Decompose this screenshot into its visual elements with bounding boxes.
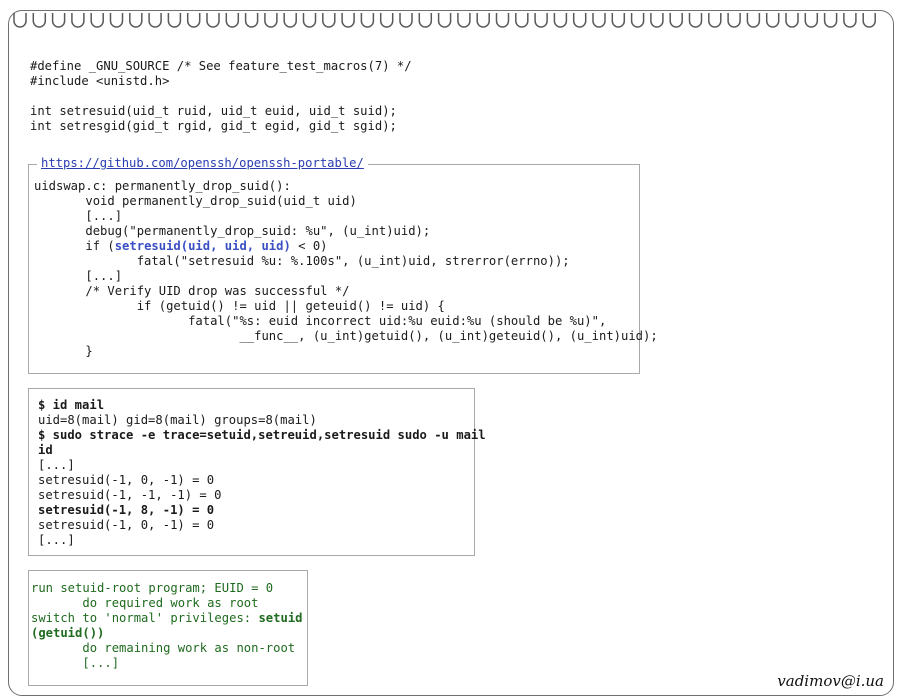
code-line: debug("permanently_drop_suid: %u", (u_in… xyxy=(34,224,431,238)
terminal-line: setresuid(-1, 0, -1) = 0 xyxy=(38,473,215,487)
binding-ring xyxy=(476,13,490,28)
shell-command: id xyxy=(38,443,53,457)
binding-ring xyxy=(765,13,780,28)
binding-ring xyxy=(244,13,259,28)
pseudo-getuid: (getuid()) xyxy=(31,626,105,640)
code-line: [...] xyxy=(34,209,123,223)
binding-ring xyxy=(13,13,27,28)
code-line: if (getuid() != uid || geteuid() != uid)… xyxy=(34,299,445,313)
openssh-code-box: https://github.com/openssh/openssh-porta… xyxy=(28,156,658,374)
function-prototypes: #define _GNU_SOURCE /* See feature_test_… xyxy=(30,59,412,134)
binding-ring xyxy=(572,13,587,28)
binding-ring xyxy=(437,13,452,28)
author-signature: vadimov@i.ua xyxy=(777,672,884,690)
binding-ring xyxy=(515,13,529,28)
code-line: fatal("%s: euid incorrect uid:%u euid:%u… xyxy=(34,314,607,328)
binding-ring xyxy=(264,13,278,28)
binding-ring xyxy=(322,13,336,28)
code-line: uidswap.c: permanently_drop_suid(): xyxy=(34,179,291,193)
pseudocode: run setuid-root program; EUID = 0 do req… xyxy=(31,581,303,671)
code-line: fatal("setresuid %u: %.100s", (u_int)uid… xyxy=(34,254,570,268)
binding-ring xyxy=(71,13,85,28)
binding-ring xyxy=(129,13,143,28)
prototype-line: #include <unistd.h> xyxy=(30,74,170,88)
setresuid-highlight: setresuid(uid, uid, uid) xyxy=(114,239,291,253)
binding-ring xyxy=(553,13,568,28)
binding-ring xyxy=(727,13,741,28)
pseudo-line: run setuid-root program; EUID = 0 xyxy=(31,581,274,595)
binding-ring xyxy=(862,13,876,28)
binding-ring xyxy=(804,13,819,28)
binding-ring xyxy=(418,13,433,28)
openssh-code: uidswap.c: permanently_drop_suid(): void… xyxy=(34,179,658,359)
code-line: < 0) xyxy=(290,239,328,253)
code-line: [...] xyxy=(34,269,123,283)
binding-ring xyxy=(495,13,510,28)
binding-ring xyxy=(708,13,722,28)
terminal-line-highlight: setresuid(-1, 8, -1) = 0 xyxy=(38,503,215,517)
binding-ring xyxy=(630,13,645,28)
binding-ring xyxy=(32,13,47,28)
strace-terminal-box: $ id mail uid=8(mail) gid=8(mail) groups… xyxy=(28,388,486,556)
binding-ring xyxy=(457,13,471,28)
terminal-line: setresuid(-1, 0, -1) = 0 xyxy=(38,518,215,532)
terminal-line: [...] xyxy=(38,458,75,472)
pseudo-line: switch to 'normal' privileges: xyxy=(31,611,259,625)
binding-ring xyxy=(167,13,182,28)
binding-ring xyxy=(51,13,66,28)
shell-command: $ id mail xyxy=(38,398,105,412)
binding-ring xyxy=(283,13,297,28)
binding-ring xyxy=(225,13,240,28)
binding-ring xyxy=(843,13,857,28)
spiral-binding xyxy=(13,13,876,28)
prototype-line: int setresuid(uid_t ruid, uid_t euid, ui… xyxy=(30,104,397,118)
binding-ring xyxy=(148,13,162,28)
terminal-line: uid=8(mail) gid=8(mail) groups=8(mail) xyxy=(38,413,317,427)
binding-ring xyxy=(206,13,220,28)
binding-ring xyxy=(823,13,838,28)
binding-ring xyxy=(785,13,799,28)
pseudo-line: do required work as root xyxy=(31,596,259,610)
binding-ring xyxy=(592,13,606,28)
pseudo-setuid: setuid xyxy=(258,611,303,625)
code-line: /* Verify UID drop was successful */ xyxy=(34,284,350,298)
binding-ring xyxy=(109,13,124,28)
shell-command: $ sudo strace -e trace=setuid,setreuid,s… xyxy=(38,428,486,442)
code-line: void permanently_drop_suid(uid_t uid) xyxy=(34,194,357,208)
strace-output: $ id mail uid=8(mail) gid=8(mail) groups… xyxy=(38,398,486,548)
binding-ring xyxy=(746,13,761,28)
terminal-line: [...] xyxy=(38,533,75,547)
binding-ring xyxy=(688,13,703,28)
code-line: } xyxy=(34,344,93,358)
binding-ring xyxy=(611,13,626,28)
binding-ring xyxy=(186,13,201,28)
binding-ring xyxy=(650,13,664,28)
binding-ring xyxy=(399,13,413,28)
code-line: __func__, (u_int)getuid(), (u_int)geteui… xyxy=(34,329,658,343)
binding-ring xyxy=(379,13,394,28)
terminal-line: setresuid(-1, -1, -1) = 0 xyxy=(38,488,222,502)
pseudo-line: do remaining work as non-root xyxy=(31,641,296,655)
binding-ring xyxy=(534,13,548,28)
binding-ring xyxy=(360,13,375,28)
binding-ring xyxy=(90,13,104,28)
binding-ring xyxy=(669,13,683,28)
binding-ring xyxy=(302,13,317,28)
prototype-line: int setresgid(gid_t rgid, gid_t egid, gi… xyxy=(30,119,397,133)
pseudocode-box: run setuid-root program; EUID = 0 do req… xyxy=(28,570,308,686)
prototype-line: #define _GNU_SOURCE /* See feature_test_… xyxy=(30,59,412,73)
binding-ring xyxy=(341,13,355,28)
openssh-link[interactable]: https://github.com/openssh/openssh-porta… xyxy=(37,156,368,170)
code-line: if ( xyxy=(34,239,115,253)
pseudo-line: [...] xyxy=(31,656,120,670)
